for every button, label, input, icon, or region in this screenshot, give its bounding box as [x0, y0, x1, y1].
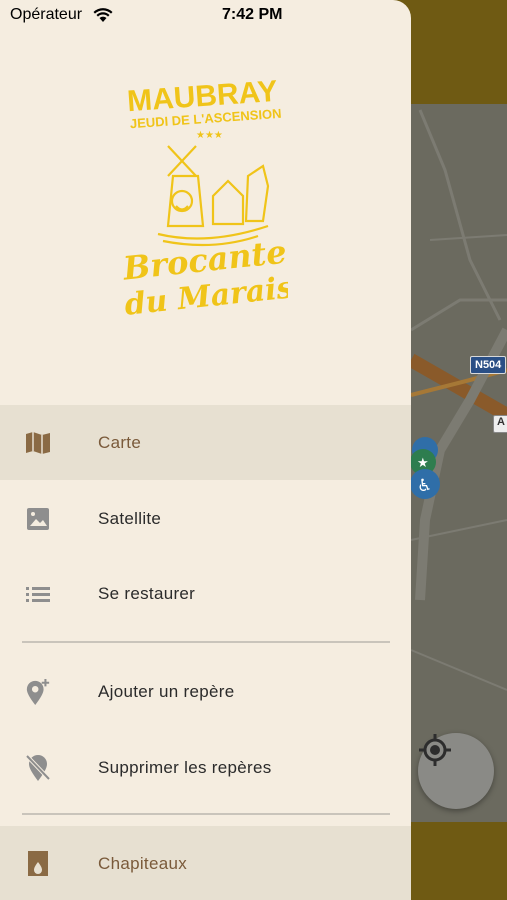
svg-text:★★★: ★★★	[196, 130, 223, 141]
image-icon	[25, 506, 51, 532]
navigation-drawer: Opérateur 7:42 PM MAUBRAY JEUDI DE L'ASC…	[0, 0, 411, 900]
status-bar: Opérateur 7:42 PM	[0, 0, 411, 30]
menu-item-supprimer-reperes[interactable]: Supprimer les repères	[0, 730, 411, 805]
menu-item-label: Ajouter un repère	[98, 681, 235, 701]
menu-item-label: Satellite	[98, 508, 162, 528]
brocante-logo: MAUBRAY JEUDI DE L'ASCENSION ★★★ Brocant…	[120, 76, 288, 316]
add-location-icon	[25, 678, 51, 705]
menu-item-label: Supprimer les repères	[98, 757, 272, 777]
menu-item-label: Se restaurer	[98, 583, 196, 603]
svg-text:♿: ♿	[417, 476, 432, 496]
clock: 7:42 PM	[222, 6, 283, 23]
cup-icon	[25, 850, 51, 877]
location-off-icon	[25, 754, 51, 781]
menu-item-label: Carte	[98, 432, 142, 452]
menu-item-ajouter-repere[interactable]: Ajouter un repère	[0, 654, 411, 729]
menu-divider	[22, 813, 390, 815]
road-shield-2: A	[493, 415, 507, 433]
list-icon	[25, 581, 51, 607]
crosshair-icon	[419, 734, 451, 766]
map-icon	[25, 430, 51, 456]
wifi-icon	[93, 8, 113, 22]
road-shield: N504	[470, 356, 507, 374]
menu-item-se-restaurer[interactable]: Se restaurer	[0, 556, 411, 631]
menu-item-satellite[interactable]: Satellite	[0, 481, 411, 556]
menu-item-chapiteaux[interactable]: Chapiteaux	[0, 826, 411, 900]
menu-divider	[22, 641, 390, 643]
locate-me-button[interactable]	[418, 733, 494, 809]
carrier-name: Opérateur	[10, 6, 83, 23]
svg-text:★: ★	[417, 456, 429, 471]
menu-item-carte[interactable]: Carte	[0, 405, 411, 480]
menu-item-label: Chapiteaux	[98, 853, 188, 873]
